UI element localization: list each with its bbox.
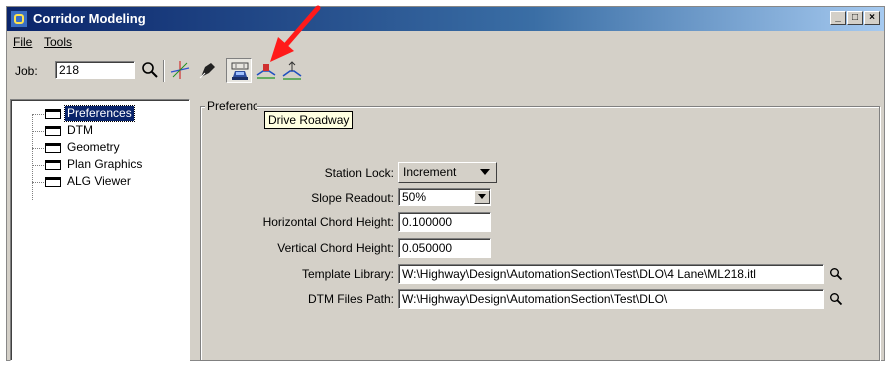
station-lock-dropdown[interactable]: Increment [398, 162, 497, 183]
tree-branch [32, 148, 44, 149]
search-icon[interactable] [139, 59, 161, 81]
slope-readout-dropdown-button[interactable] [474, 190, 490, 204]
pen-icon[interactable] [197, 59, 219, 81]
tree-branch [32, 165, 44, 166]
station-lock-value: Increment [403, 165, 457, 179]
window-title: Corridor Modeling [33, 11, 146, 26]
menu-file[interactable]: File [13, 35, 32, 49]
tree-item-label: Preferences [64, 105, 135, 122]
maximize-button[interactable]: □ [847, 11, 863, 25]
slope-readout-value: 50% [402, 190, 427, 204]
vertical-chord-input[interactable]: 0.050000 [398, 238, 491, 258]
search-icon[interactable] [829, 292, 843, 306]
tree-connector [32, 114, 33, 200]
title-bar[interactable]: Corridor Modeling _ □ × [7, 7, 884, 31]
chevron-down-icon [478, 194, 486, 199]
drive-roadway-tooltip: Drive Roadway [264, 111, 354, 129]
search-icon[interactable] [829, 267, 843, 281]
axis-icon[interactable] [169, 59, 191, 81]
tree-item-label: ALG Viewer [67, 174, 131, 188]
horizontal-chord-label: Horizontal Chord Height: [262, 215, 394, 229]
menu-bar: File Tools [7, 33, 884, 53]
window-node-icon [45, 160, 61, 170]
job-label: Job: [15, 64, 38, 78]
dtm-files-path-label: DTM Files Path: [307, 292, 394, 306]
slope-readout-label: Slope Readout: [311, 191, 394, 205]
station-lock-label: Station Lock: [324, 166, 394, 180]
drive-roadway-button[interactable] [226, 58, 252, 83]
menu-tools[interactable]: Tools [44, 35, 72, 49]
minimize-button[interactable]: _ [830, 11, 846, 25]
window-node-icon [45, 177, 61, 187]
close-button[interactable]: × [864, 11, 880, 25]
drive-roadway-icon [231, 62, 249, 80]
tree-branch [32, 131, 44, 132]
preferences-group-title: Preferences [205, 99, 257, 113]
tree-item-label: DTM [67, 123, 93, 137]
template-library-label: Template Library: [301, 267, 394, 281]
preferences-group [200, 106, 880, 361]
horizontal-chord-input[interactable]: 0.100000 [398, 212, 491, 232]
tree-branch [32, 182, 44, 183]
chevron-down-icon [480, 169, 490, 175]
dtm-files-path-input[interactable]: W:\Highway\Design\AutomationSection\Test… [398, 289, 824, 309]
toolbar: Job: [7, 56, 884, 86]
job-input[interactable] [55, 61, 135, 79]
vertical-chord-label: Vertical Chord Height: [277, 241, 394, 255]
tree-branch [32, 114, 44, 115]
template-library-input[interactable]: W:\Highway\Design\AutomationSection\Test… [398, 264, 824, 284]
template-icon[interactable] [281, 59, 303, 81]
navigation-tree[interactable]: Preferences DTM Geometry Plan Graphics A… [10, 99, 190, 361]
corridor-modeling-window: Corridor Modeling _ □ × File Tools Job: [6, 6, 885, 361]
window-node-icon [45, 126, 61, 136]
menu-tools-label: Tools [44, 35, 73, 49]
toolbar-separator [163, 60, 165, 82]
tree-item-label: Plan Graphics [67, 157, 143, 171]
menu-file-label: File [13, 35, 33, 49]
tree-item-label: Geometry [67, 140, 120, 154]
window-node-icon [45, 143, 61, 153]
cross-section-icon[interactable] [255, 59, 277, 81]
app-icon [10, 10, 28, 28]
window-node-icon [45, 109, 61, 119]
